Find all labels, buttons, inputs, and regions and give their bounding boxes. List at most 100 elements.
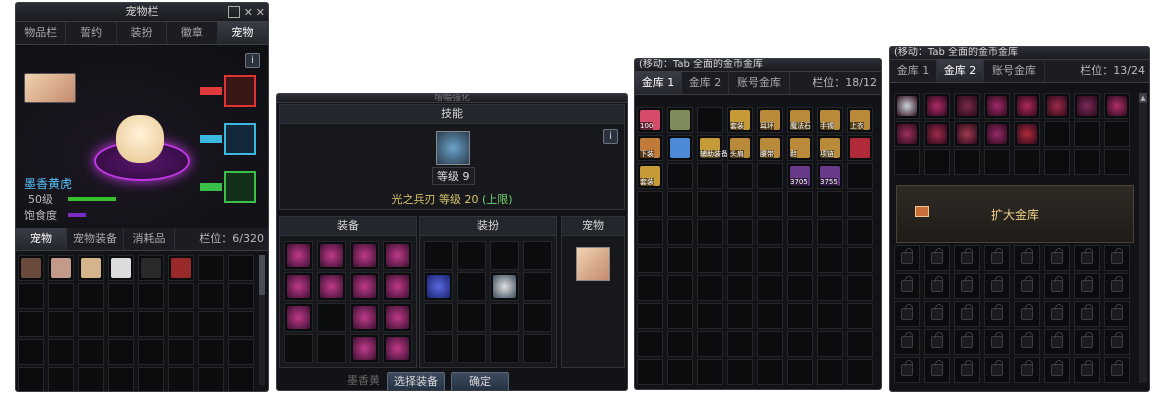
storage-slot[interactable] bbox=[757, 247, 783, 273]
storage-slot[interactable] bbox=[757, 303, 783, 329]
tab-account-vault[interactable]: 账号金库 bbox=[984, 60, 1045, 82]
storage-slot[interactable] bbox=[847, 359, 873, 385]
storage-slot[interactable] bbox=[757, 163, 783, 189]
inventory-slot[interactable] bbox=[48, 367, 74, 391]
inventory-slot[interactable] bbox=[18, 339, 44, 365]
tab-consumables[interactable]: 消耗品 bbox=[124, 228, 175, 250]
storage-slot[interactable] bbox=[637, 331, 663, 357]
info-icon[interactable]: i bbox=[245, 53, 260, 68]
storage-slot[interactable] bbox=[727, 331, 753, 357]
storage-slot[interactable] bbox=[637, 359, 663, 385]
equipment-slot[interactable] bbox=[317, 334, 346, 363]
inventory-slot[interactable] bbox=[18, 311, 44, 337]
inventory-slot[interactable] bbox=[138, 367, 164, 391]
tab-pet-equipment[interactable]: 宠物装备 bbox=[67, 228, 124, 250]
avatar-slot[interactable] bbox=[523, 334, 552, 363]
storage-slot[interactable]: 下装 bbox=[637, 135, 663, 161]
storage-slot[interactable]: 辅助装备 bbox=[697, 135, 728, 161]
inventory-slot[interactable] bbox=[138, 339, 164, 365]
storage-slot[interactable] bbox=[727, 303, 753, 329]
storage-slot[interactable] bbox=[667, 219, 693, 245]
home-icon[interactable] bbox=[228, 6, 240, 18]
equipment-slot[interactable] bbox=[383, 303, 412, 332]
storage-slot[interactable] bbox=[697, 107, 723, 133]
avatar-slot[interactable] bbox=[457, 241, 486, 270]
equipment-slot[interactable] bbox=[317, 303, 346, 332]
equipment-slot[interactable] bbox=[350, 241, 379, 270]
storage-slot[interactable]: 鞋 bbox=[787, 135, 813, 161]
close-icon[interactable]: ✕ bbox=[256, 4, 265, 22]
inventory-slot[interactable] bbox=[198, 339, 224, 365]
storage-slot[interactable] bbox=[787, 219, 813, 245]
storage-slot[interactable] bbox=[727, 275, 753, 301]
pet-action-blue[interactable] bbox=[200, 123, 258, 155]
storage-slot[interactable] bbox=[667, 107, 693, 133]
equipment-slot[interactable] bbox=[317, 241, 346, 270]
inventory-slot[interactable] bbox=[78, 311, 104, 337]
storage-slot[interactable] bbox=[787, 359, 813, 385]
tab-inventory[interactable]: 物品栏 bbox=[16, 22, 67, 44]
storage-slot[interactable] bbox=[817, 191, 843, 217]
inventory-slot[interactable] bbox=[108, 339, 134, 365]
tab-vault-2[interactable]: 金库 2 bbox=[682, 72, 729, 94]
inventory-slot[interactable] bbox=[48, 283, 74, 309]
storage-slot[interactable] bbox=[667, 191, 693, 217]
inventory-slot[interactable] bbox=[78, 255, 104, 281]
inventory-slot[interactable] bbox=[78, 339, 104, 365]
storage-slot[interactable] bbox=[697, 303, 723, 329]
storage-slot[interactable] bbox=[757, 331, 783, 357]
storage-slot[interactable] bbox=[847, 331, 873, 357]
scrollbar[interactable] bbox=[259, 255, 265, 385]
storage-slot[interactable] bbox=[817, 303, 843, 329]
storage-slot[interactable]: 项链 bbox=[817, 135, 843, 161]
storage-slot[interactable] bbox=[1014, 93, 1040, 119]
storage-slot[interactable] bbox=[1044, 93, 1070, 119]
inventory-slot[interactable] bbox=[228, 339, 254, 365]
inventory-slot[interactable] bbox=[198, 311, 224, 337]
storage-slot[interactable]: 魔法石 bbox=[787, 107, 813, 133]
storage-slot[interactable] bbox=[1104, 149, 1130, 175]
storage-slot[interactable] bbox=[727, 247, 753, 273]
storage-slot[interactable] bbox=[697, 359, 723, 385]
equipment-slot[interactable] bbox=[383, 241, 412, 270]
storage-slot[interactable] bbox=[697, 191, 723, 217]
avatar-slot[interactable] bbox=[490, 272, 519, 301]
tab-vault-1[interactable]: 金库 1 bbox=[890, 60, 937, 82]
inventory-slot[interactable] bbox=[198, 283, 224, 309]
storage-slot[interactable] bbox=[817, 219, 843, 245]
storage-slot[interactable] bbox=[1014, 149, 1040, 175]
storage-slot[interactable] bbox=[697, 163, 723, 189]
avatar-slot[interactable] bbox=[490, 303, 519, 332]
storage-slot[interactable] bbox=[757, 191, 783, 217]
storage-slot[interactable] bbox=[637, 275, 663, 301]
storage-slot[interactable] bbox=[847, 219, 873, 245]
storage-slot[interactable] bbox=[697, 331, 723, 357]
tab-pets[interactable]: 宠物 bbox=[16, 228, 67, 250]
inventory-slot[interactable] bbox=[228, 367, 254, 391]
storage-slot[interactable] bbox=[667, 275, 693, 301]
storage-slot[interactable] bbox=[787, 247, 813, 273]
storage-slot[interactable]: 套装 bbox=[637, 163, 663, 189]
inventory-slot[interactable] bbox=[168, 255, 194, 281]
storage-slot[interactable] bbox=[697, 219, 723, 245]
storage-slot[interactable] bbox=[984, 121, 1010, 147]
storage-slot[interactable] bbox=[787, 275, 813, 301]
storage-slot[interactable] bbox=[1014, 121, 1040, 147]
inventory-slot[interactable] bbox=[168, 367, 194, 391]
inventory-slot[interactable] bbox=[168, 339, 194, 365]
storage-slot[interactable] bbox=[667, 331, 693, 357]
inventory-slot[interactable] bbox=[18, 367, 44, 391]
inventory-slot[interactable] bbox=[198, 367, 224, 391]
equipment-slot[interactable] bbox=[383, 272, 412, 301]
storage-slot[interactable] bbox=[847, 163, 873, 189]
storage-slot[interactable] bbox=[697, 275, 723, 301]
storage-slot[interactable] bbox=[637, 191, 663, 217]
storage-slot[interactable] bbox=[667, 163, 693, 189]
equipment-slot[interactable] bbox=[284, 241, 313, 270]
avatar-slot[interactable] bbox=[457, 303, 486, 332]
storage-slot[interactable]: 上衣 bbox=[847, 107, 873, 133]
storage-slot[interactable]: 头肩 bbox=[727, 135, 753, 161]
storage-slot[interactable] bbox=[954, 121, 980, 147]
tab-vault-2[interactable]: 金库 2 bbox=[937, 60, 984, 82]
storage-slot[interactable]: 3705 bbox=[787, 163, 813, 189]
